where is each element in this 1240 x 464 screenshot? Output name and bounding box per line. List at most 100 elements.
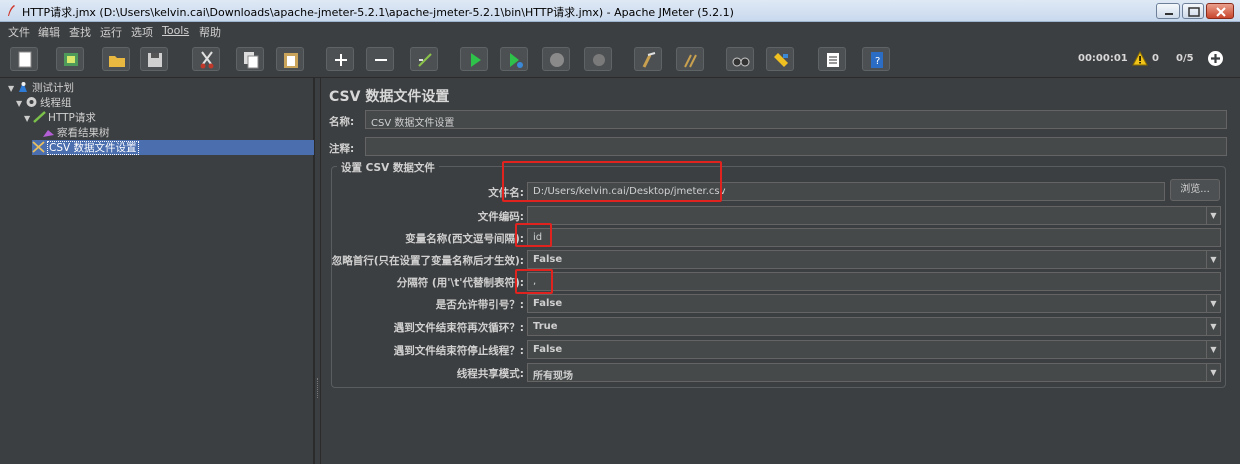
maximize-icon (1188, 7, 1200, 17)
function-helper-button[interactable] (818, 47, 846, 71)
dropdown-arrow-icon[interactable]: ▼ (1206, 207, 1220, 224)
csv-config-panel: CSV 数据文件设置 名称: CSV 数据文件设置 注释: 设置 CSV 数据文… (321, 78, 1240, 464)
menu-bar: 文件 编辑 查找 运行 选项 Tools 帮助 (0, 22, 1240, 40)
dropdown-arrow-icon[interactable]: ▼ (1206, 251, 1220, 268)
group-title: 设置 CSV 数据文件 (337, 160, 439, 175)
delimiter-field[interactable]: , (527, 272, 1221, 291)
new-button[interactable] (10, 47, 38, 71)
test-plan-tree: ▼ 测试计划 ▼ 线程组 ▼ HTTP请求 察看结果树 CSV 数据文件设置 (0, 78, 314, 464)
share-label: 线程共享模式: (456, 368, 524, 380)
quoted-select[interactable]: False ▼ (527, 294, 1221, 313)
expand-toggle-icon[interactable]: ▼ (8, 84, 17, 93)
tree-item-thread-group[interactable]: ▼ 线程组 (16, 95, 72, 110)
start-no-pauses-button[interactable] (500, 47, 528, 71)
annotation-box-delimiter (515, 269, 553, 294)
close-icon (1216, 7, 1226, 17)
expand-toggle-icon[interactable]: ▼ (24, 114, 33, 123)
delimiter-label-wrap: 分隔符 (用'\t'代替制表符): (331, 272, 524, 291)
recycle-select[interactable]: True ▼ (527, 317, 1221, 336)
save-icon (148, 53, 162, 67)
browse-button[interactable]: 浏览... (1170, 179, 1220, 201)
stop-button[interactable] (542, 47, 570, 71)
list-icon (827, 53, 839, 67)
menu-search[interactable]: 查找 (69, 24, 91, 40)
tree-item-test-plan[interactable]: ▼ 测试计划 (8, 80, 74, 95)
stop-icon (550, 53, 564, 67)
start-button[interactable] (460, 47, 488, 71)
menu-edit[interactable]: 编辑 (38, 24, 60, 40)
stop-label-wrap: 遇到文件结束符停止线程？: (331, 340, 524, 359)
cut-button[interactable] (192, 47, 220, 71)
thread-group-icon (26, 97, 37, 107)
templates-icon (64, 53, 78, 66)
copy-button[interactable] (236, 47, 264, 71)
dropdown-arrow-icon[interactable]: ▼ (1206, 364, 1220, 381)
recycle-label: 遇到文件结束符再次循环？: (393, 322, 524, 334)
ignore-first-label-wrap: 忽略首行(只在设置了变量名称后才生效): (331, 250, 524, 269)
collapse-all-button[interactable] (366, 47, 394, 71)
annotation-box-filename (502, 161, 722, 202)
expand-toggle-icon[interactable]: ▼ (16, 99, 25, 108)
new-icon (18, 51, 32, 68)
filename-label-wrap: 文件名: (331, 182, 524, 201)
help-button[interactable]: ? (862, 47, 890, 71)
ignore-first-select[interactable]: False ▼ (527, 250, 1221, 269)
open-icon (109, 56, 125, 67)
comment-label: 注释: (329, 143, 355, 155)
clear-all-button[interactable] (676, 47, 704, 71)
tree-item-http-request[interactable]: ▼ HTTP请求 (24, 110, 96, 125)
name-label: 名称: (329, 116, 355, 128)
stop-select[interactable]: False ▼ (527, 340, 1221, 359)
thread-count: 0/5 (1176, 53, 1194, 64)
toggle-button[interactable] (410, 47, 438, 71)
templates-button[interactable] (56, 47, 84, 71)
tree-item-results-tree[interactable]: 察看结果树 (42, 125, 110, 140)
comment-field[interactable] (365, 137, 1227, 156)
divider-grip[interactable] (317, 378, 319, 398)
dropdown-arrow-icon[interactable]: ▼ (1206, 318, 1220, 335)
menu-file[interactable]: 文件 (8, 24, 30, 40)
dropdown-arrow-icon[interactable]: ▼ (1206, 341, 1220, 358)
ignore-first-label: 忽略首行(只在设置了变量名称后才生效): (331, 255, 524, 267)
open-button[interactable] (102, 47, 130, 71)
reset-search-button[interactable] (766, 47, 794, 71)
play-no-pause-icon (510, 53, 523, 68)
expand-all-button[interactable] (326, 47, 354, 71)
menu-tools[interactable]: Tools (162, 24, 189, 37)
binoculars-icon (732, 57, 750, 67)
jmeter-feather-icon (8, 5, 15, 16)
close-button[interactable] (1206, 3, 1234, 19)
split-pane-divider[interactable] (314, 78, 321, 464)
shutdown-button[interactable] (584, 47, 612, 71)
paste-button[interactable] (276, 47, 304, 71)
menu-help[interactable]: 帮助 (199, 24, 221, 40)
save-button[interactable] (140, 47, 168, 71)
warning-icon[interactable] (1132, 51, 1148, 66)
results-tree-icon (43, 130, 54, 137)
plus-icon (335, 54, 347, 66)
menu-run[interactable]: 运行 (100, 24, 122, 40)
broom-all-icon (684, 54, 697, 68)
toolbar: ? 00:00:01 0 0/5 (0, 40, 1240, 78)
maximize-button[interactable] (1182, 3, 1204, 19)
dropdown-arrow-icon[interactable]: ▼ (1206, 295, 1220, 312)
share-select[interactable]: 所有现场 ▼ (527, 363, 1221, 382)
tree-item-csv-config[interactable]: CSV 数据文件设置 (32, 140, 314, 155)
shutdown-icon (593, 54, 605, 66)
minimize-button[interactable] (1156, 3, 1180, 19)
search-button[interactable] (726, 47, 754, 71)
clear-button[interactable] (634, 47, 662, 71)
share-label-wrap: 线程共享模式: (331, 363, 524, 382)
help-book-icon: ? (871, 52, 883, 68)
annotation-box-varnames (515, 223, 552, 247)
quoted-label-wrap: 是否允许带引号？: (331, 294, 524, 313)
encoding-select[interactable]: ▼ (527, 206, 1221, 225)
play-icon (471, 53, 481, 67)
reset-search-icon (774, 53, 788, 67)
test-plan-icon (19, 82, 27, 92)
name-field[interactable]: CSV 数据文件设置 (365, 110, 1227, 129)
menu-options[interactable]: 选项 (131, 24, 153, 40)
delimiter-label: 分隔符 (用'\t'代替制表符): (396, 277, 524, 289)
varnames-field[interactable]: id (527, 228, 1221, 247)
add-remote-icon[interactable] (1207, 50, 1224, 67)
